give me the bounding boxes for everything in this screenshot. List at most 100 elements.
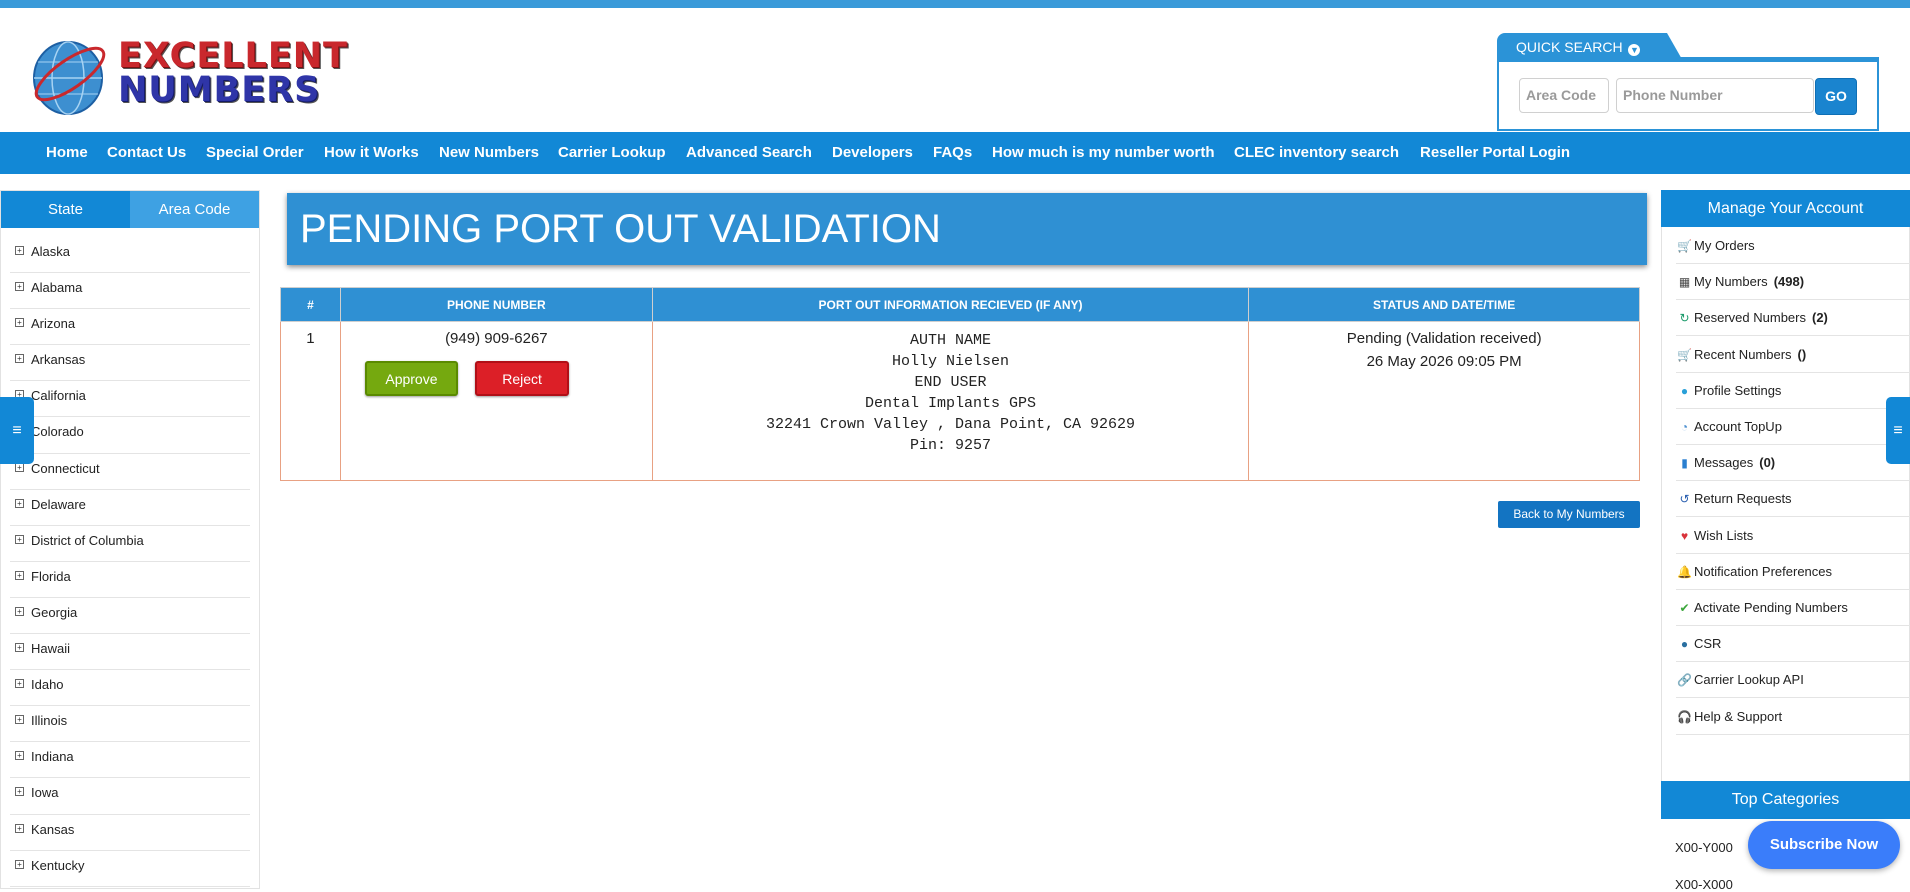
state-item[interactable]: + Georgia xyxy=(10,598,250,635)
state-item[interactable]: + Illinois xyxy=(10,706,250,743)
port-info-line: Dental Implants GPS xyxy=(865,395,1037,412)
expand-plus-icon[interactable]: + xyxy=(15,570,24,580)
expand-plus-icon[interactable]: + xyxy=(15,606,24,616)
state-list: + Alaska + Alabama + Arizona + Arkansas + Califor… xyxy=(1,237,259,887)
tab-state[interactable]: State xyxy=(1,191,130,228)
grid-icon: ▦ xyxy=(1678,275,1691,290)
account-menu-label: Help & Support xyxy=(1694,708,1783,724)
account-menu-item[interactable]: ● Profile Settings xyxy=(1676,373,1910,409)
state-item[interactable]: + Iowa xyxy=(10,778,250,815)
state-item[interactable]: + Connecticut xyxy=(10,454,250,490)
port-info-line: AUTH NAME xyxy=(910,332,992,349)
cart-icon: 🛒 xyxy=(1677,347,1692,362)
tab-area-code[interactable]: Area Code xyxy=(130,191,259,228)
expand-plus-icon[interactable]: + xyxy=(15,498,24,508)
state-item[interactable]: + Florida xyxy=(10,562,250,598)
nav-clec-inventory[interactable]: CLEC inventory search xyxy=(1234,132,1399,174)
nav-home[interactable]: Home xyxy=(46,132,88,174)
subscribe-now-button[interactable]: Subscribe Now xyxy=(1748,821,1900,869)
site-logo[interactable]: EXCELLENT NUMBERS xyxy=(30,34,350,124)
nav-developers[interactable]: Developers xyxy=(832,132,913,174)
state-label: Hawaii xyxy=(31,641,71,657)
account-menu-label: My Orders xyxy=(1694,238,1755,253)
reject-button[interactable]: Reject xyxy=(475,361,570,396)
expand-plus-icon[interactable]: + xyxy=(15,751,24,761)
state-item[interactable]: + California xyxy=(10,381,250,418)
category-link[interactable]: X00-X000 xyxy=(1675,877,1733,892)
expand-plus-icon[interactable]: + xyxy=(15,787,24,797)
state-item[interactable]: + Idaho xyxy=(10,670,250,707)
account-menu-item[interactable]: ↺ Return Requests xyxy=(1676,481,1910,518)
account-menu-item[interactable]: ▮ Messages (0) xyxy=(1676,445,1910,482)
account-menu-item[interactable]: ♥ Wish Lists xyxy=(1676,518,1910,554)
state-item[interactable]: + Indiana xyxy=(10,742,250,779)
account-menu-item[interactable]: ● CSR xyxy=(1676,626,1910,663)
expand-plus-icon[interactable]: + xyxy=(15,715,24,725)
expand-plus-icon[interactable]: + xyxy=(15,643,24,653)
state-item[interactable]: + Hawaii xyxy=(10,634,250,671)
account-menu-item[interactable]: ◔ Account TopUp xyxy=(1676,409,1910,445)
state-sidebar: State Area Code + Alaska + Alabama + Arizona +… xyxy=(0,190,260,889)
port-info-line: 32241 Crown Valley , Dana Point, CA 9262… xyxy=(765,416,1136,433)
nav-reseller-login[interactable]: Reseller Portal Login xyxy=(1420,132,1570,174)
left-drawer-handle[interactable]: ≡ xyxy=(0,397,34,464)
expand-plus-icon[interactable]: + xyxy=(15,823,24,833)
state-item[interactable]: + Kentucky xyxy=(10,851,250,887)
state-item[interactable]: + Alaska xyxy=(10,237,250,274)
expand-plus-icon[interactable]: + xyxy=(15,354,24,364)
go-button[interactable]: GO xyxy=(1815,78,1857,115)
state-item[interactable]: + District of Columbia xyxy=(10,526,250,562)
account-menu-label: Reserved Numbers xyxy=(1694,310,1806,326)
state-item[interactable]: + Kansas xyxy=(10,815,250,851)
bell-icon: 🔔 xyxy=(1677,564,1692,579)
area-code-input[interactable]: Area Code xyxy=(1519,78,1609,113)
nav-faqs[interactable]: FAQs xyxy=(933,132,972,174)
state-label: California xyxy=(31,388,86,404)
nav-new-numbers[interactable]: New Numbers xyxy=(439,132,539,174)
state-label: Illinois xyxy=(31,713,68,729)
account-menu-item[interactable]: 🔔 Notification Preferences xyxy=(1676,554,1910,590)
state-item[interactable]: +Colorado xyxy=(10,417,250,454)
account-menu-item[interactable]: 🛒 Recent Numbers () xyxy=(1676,337,1910,373)
state-item[interactable]: + Delaware xyxy=(10,490,250,526)
account-menu-count: (498) xyxy=(1773,274,1805,290)
approve-button[interactable]: Approve xyxy=(364,361,458,396)
expand-plus-icon[interactable]: + xyxy=(15,679,24,689)
state-label: Connecticut xyxy=(31,460,100,476)
status-datetime: 26 May 2026 09:05 PM xyxy=(1366,353,1522,370)
account-menu-item[interactable]: 🛒 My Orders xyxy=(1676,228,1910,264)
back-to-my-numbers-button[interactable]: Back to My Numbers xyxy=(1498,501,1640,528)
account-menu-item[interactable]: ▦ My Numbers (498) xyxy=(1676,264,1910,301)
expand-plus-icon[interactable]: + xyxy=(15,246,24,255)
state-item[interactable]: + Arizona xyxy=(10,309,250,346)
nav-how-it-works[interactable]: How it Works xyxy=(324,132,419,174)
nav-special-order[interactable]: Special Order xyxy=(206,132,304,174)
nav-number-worth[interactable]: How much is my number worth xyxy=(992,132,1215,174)
nav-advanced-search[interactable]: Advanced Search xyxy=(686,132,812,174)
phone-number-input[interactable]: Phone Number xyxy=(1616,78,1814,113)
account-menu-item[interactable]: 🔗 Carrier Lookup API xyxy=(1676,662,1910,699)
state-item[interactable]: + Arkansas xyxy=(10,345,250,382)
expand-plus-icon[interactable]: + xyxy=(15,282,24,292)
account-menu-count: (2) xyxy=(1812,310,1828,326)
logo-line-2: NUMBERS xyxy=(118,70,321,110)
account-menu-label: My Numbers xyxy=(1694,274,1768,290)
account-menu-item[interactable]: 🎧 Help & Support xyxy=(1676,699,1910,735)
menu-icon: ≡ xyxy=(1893,422,1903,439)
category-link[interactable]: X00-Y000 xyxy=(1675,840,1733,855)
expand-plus-icon[interactable]: + xyxy=(15,859,24,869)
expand-plus-icon[interactable]: + xyxy=(15,534,24,544)
headphones-icon: 🎧 xyxy=(1677,709,1692,724)
state-item[interactable]: + Alabama xyxy=(10,273,250,310)
right-drawer-handle[interactable]: ≡ xyxy=(1886,397,1910,464)
expand-plus-icon[interactable]: + xyxy=(15,318,24,328)
nav-contact-us[interactable]: Contact Us xyxy=(107,132,186,174)
state-label: Alaska xyxy=(31,244,71,259)
account-menu-item[interactable]: ✔ Activate Pending Numbers xyxy=(1676,590,1910,626)
state-label: Florida xyxy=(31,568,71,584)
nav-carrier-lookup[interactable]: Carrier Lookup xyxy=(558,132,666,174)
col-header-port-info: PORT OUT INFORMATION RECIEVED (IF ANY) xyxy=(651,287,1250,322)
top-accent-strip xyxy=(0,0,1910,8)
account-panel-title: Manage Your Account xyxy=(1661,190,1910,227)
account-menu-item[interactable]: ↻ Reserved Numbers (2) xyxy=(1676,300,1910,337)
